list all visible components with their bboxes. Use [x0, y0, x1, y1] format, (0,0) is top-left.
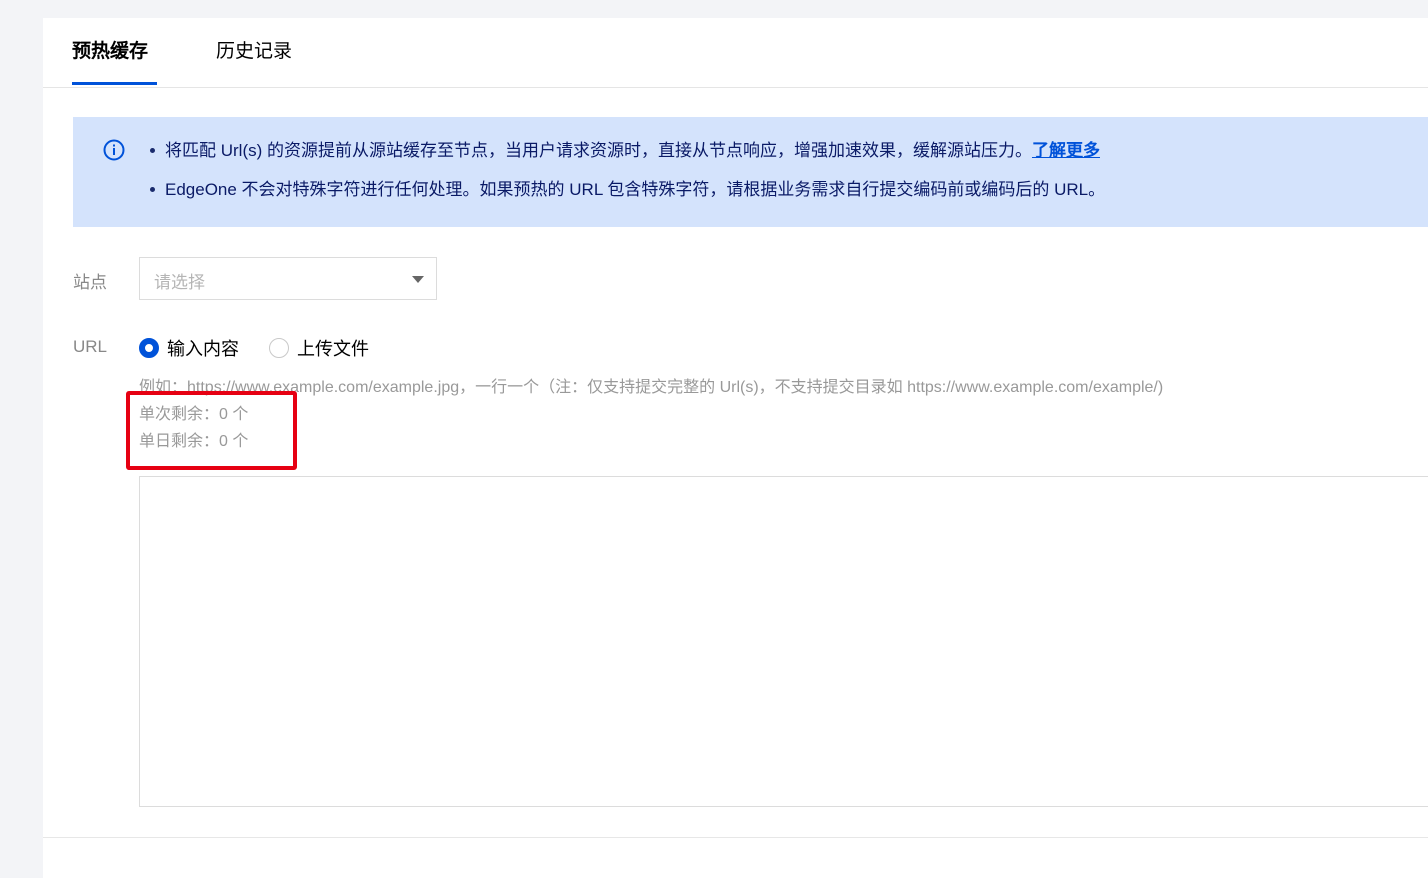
- radio-upload-file-label: 上传文件: [297, 339, 369, 359]
- site-label: 站点: [73, 273, 107, 292]
- site-select[interactable]: 请选择: [139, 257, 437, 300]
- notice-text-2: EdgeOne 不会对特殊字符进行任何处理。如果预热的 URL 包含特殊字符，请…: [165, 180, 1106, 199]
- tab-preload-cache[interactable]: 预热缓存: [72, 38, 148, 66]
- bullet-dot: [150, 147, 155, 153]
- notice-line-1: 将匹配 Url(s) 的资源提前从源站缓存至节点，当用户请求资源时，直接从节点响…: [150, 138, 1100, 164]
- info-icon: [103, 139, 125, 161]
- active-tab-indicator: [72, 82, 157, 85]
- divider: [43, 837, 1428, 838]
- radio-input-content[interactable]: 输入内容: [139, 335, 239, 361]
- learn-more-link[interactable]: 了解更多: [1032, 141, 1100, 160]
- info-notice: 将匹配 Url(s) 的资源提前从源站缓存至节点，当用户请求资源时，直接从节点响…: [73, 117, 1428, 227]
- bullet-dot: [150, 186, 155, 192]
- highlight-annotation-box: [126, 391, 297, 470]
- radio-upload-file[interactable]: 上传文件: [269, 335, 369, 361]
- tab-history[interactable]: 历史记录: [216, 38, 292, 66]
- main-panel: 预热缓存 历史记录 将匹配 Url(s) 的资源提前从源站缓存至节点，当用户请求…: [43, 18, 1428, 878]
- site-select-placeholder: 请选择: [154, 273, 205, 292]
- tab-bar: 预热缓存 历史记录: [43, 18, 1428, 88]
- caret-down-icon: [412, 276, 424, 283]
- radio-input-content-label: 输入内容: [167, 339, 239, 359]
- notice-line-2: EdgeOne 不会对特殊字符进行任何处理。如果预热的 URL 包含特殊字符，请…: [150, 177, 1105, 203]
- url-textarea[interactable]: [139, 476, 1428, 807]
- notice-text-1: 将匹配 Url(s) 的资源提前从源站缓存至节点，当用户请求资源时，直接从节点响…: [165, 141, 1032, 160]
- radio-checked-icon: [139, 338, 159, 358]
- radio-unchecked-icon: [269, 338, 289, 358]
- url-label: URL: [73, 337, 108, 356]
